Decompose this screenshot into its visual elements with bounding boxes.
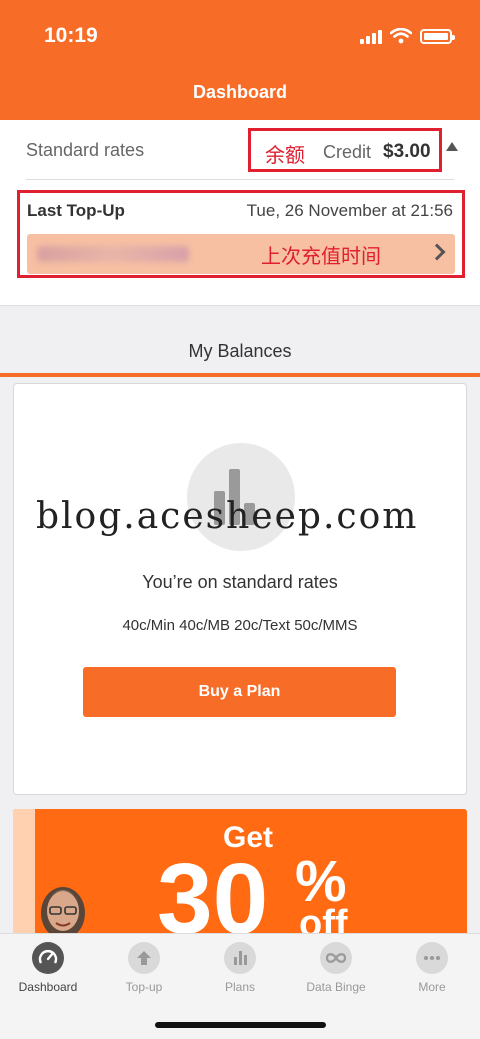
- promo-number: 30: [157, 843, 269, 939]
- rates-title: You’re on standard rates: [142, 572, 338, 592]
- tab-more[interactable]: More: [384, 942, 480, 994]
- last-topup-date: Tue, 26 November at 21:56: [246, 201, 453, 220]
- chevron-right-icon: [428, 243, 446, 261]
- bar-chart-icon: [224, 942, 256, 974]
- app-header: 10:19 Dashboard: [0, 0, 480, 120]
- status-time: 10:19: [44, 24, 98, 47]
- battery-icon: [420, 28, 455, 44]
- redacted-text: [37, 246, 189, 262]
- tab-label: More: [418, 980, 446, 994]
- credit-annotation: 余额: [265, 143, 305, 167]
- collapse-caret-icon[interactable]: [446, 142, 458, 151]
- more-dots-icon: [416, 942, 448, 974]
- tab-label: Plans: [224, 980, 256, 994]
- rates-row[interactable]: Standard rates 余额 Credit $3.00: [26, 120, 458, 180]
- tab-top-up[interactable]: Top-up: [96, 942, 192, 994]
- home-indicator[interactable]: [155, 1022, 326, 1028]
- account-summary: Standard rates 余额 Credit $3.00 Last Top-…: [0, 120, 480, 306]
- promo-stripe: [13, 809, 35, 939]
- promo-banner[interactable]: Get 30 % off: [13, 809, 467, 939]
- buy-plan-button[interactable]: Buy a Plan: [83, 667, 396, 717]
- infinity-icon: [320, 942, 352, 974]
- tab-dashboard[interactable]: Dashboard: [0, 942, 96, 994]
- status-icons: [360, 28, 455, 44]
- page-title: Dashboard: [192, 82, 288, 102]
- gauge-icon: [32, 942, 64, 974]
- watermark: blog.acesheep.com: [36, 496, 419, 537]
- tab-label: Top-up: [125, 980, 163, 994]
- topup-detail-row[interactable]: 上次充值时间: [27, 234, 455, 274]
- avatar: [41, 887, 85, 939]
- tab-label: Dashboard: [18, 980, 78, 994]
- credit-label: Credit: [323, 142, 372, 162]
- topup-annotation: 上次充值时间: [261, 244, 381, 268]
- section-divider: [0, 373, 480, 377]
- balance-card: blog.acesheep.com You’re on standard rat…: [13, 383, 467, 795]
- tab-label: Data Binge: [306, 980, 366, 994]
- last-topup-highlight: Last Top-Up Tue, 26 November at 21:56 上次…: [17, 190, 465, 278]
- tab-data-binge[interactable]: Data Binge: [288, 942, 384, 994]
- topup-arrow-icon: [128, 942, 160, 974]
- rates-detail: 40c/Min 40c/MB 20c/Text 50c/MMS: [122, 617, 358, 634]
- last-topup-label: Last Top-Up: [27, 201, 125, 220]
- credit-highlight: 余额 Credit $3.00: [248, 128, 442, 172]
- balances-title: My Balances: [188, 341, 292, 361]
- tab-plans[interactable]: Plans: [192, 942, 288, 994]
- signal-icon: [360, 28, 382, 44]
- rates-label: Standard rates: [26, 140, 145, 160]
- status-bar: 10:19: [0, 0, 480, 76]
- wifi-icon: [390, 28, 412, 44]
- credit-value: $3.00: [383, 141, 431, 162]
